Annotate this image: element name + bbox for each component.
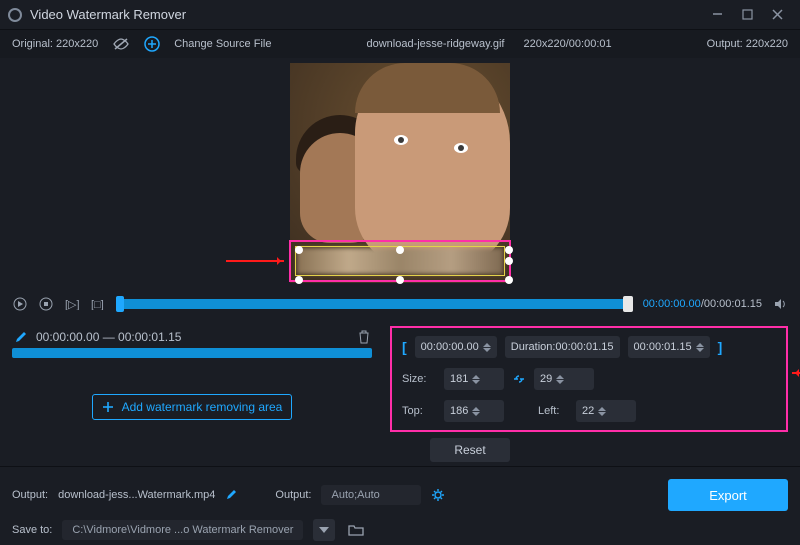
add-area-button[interactable]: Add watermark removing area [92, 394, 292, 420]
annotation-arrow-left [226, 260, 284, 262]
left-input[interactable]: 22 [576, 400, 636, 422]
top-label: Top: [402, 405, 436, 417]
close-button[interactable] [762, 5, 792, 25]
selection-parameters: [ 00:00:00.00 Duration:00:00:01.15 00:00… [390, 326, 788, 432]
delete-segment-icon[interactable] [358, 330, 370, 344]
add-area-label: Add watermark removing area [122, 400, 283, 414]
stop-button[interactable] [38, 296, 54, 312]
output-file-label: Output: [12, 489, 48, 501]
save-path-dropdown[interactable] [313, 519, 335, 541]
open-folder-button[interactable] [345, 519, 367, 541]
preview-toggle-icon[interactable] [112, 37, 130, 51]
add-source-icon[interactable] [144, 36, 160, 52]
size-label: Size: [402, 373, 436, 385]
svg-text:[□]: [□] [91, 299, 104, 310]
watermark-selection-box[interactable] [289, 240, 511, 282]
segment-item[interactable]: 00:00:00.00 — 00:00:01.15 [12, 326, 372, 348]
minimize-button[interactable] [702, 5, 732, 25]
time-display: 00:00:00.00/00:00:01.15 [643, 298, 762, 310]
annotation-arrow-right [792, 372, 800, 374]
segment-bar[interactable] [12, 348, 372, 358]
titlebar: Video Watermark Remover [0, 0, 800, 30]
time-current: 00:00:00.00 [643, 298, 701, 310]
start-time-input[interactable]: 00:00:00.00 [415, 336, 497, 358]
output-size-label: Output: 220x220 [707, 38, 788, 50]
height-input[interactable]: 29 [534, 368, 594, 390]
timeline-slider[interactable] [116, 299, 633, 309]
maximize-button[interactable] [732, 5, 762, 25]
segment-range: 00:00:00.00 — 00:00:01.15 [36, 330, 181, 344]
save-to-path: C:\Vidmore\Vidmore ...o Watermark Remove… [62, 520, 303, 540]
volume-icon[interactable] [772, 296, 788, 312]
source-fileinfo: 220x220/00:00:01 [524, 38, 612, 50]
segment-list: 00:00:00.00 — 00:00:01.15 Add watermark … [12, 326, 372, 432]
app-logo [8, 8, 22, 22]
left-label: Left: [538, 405, 568, 417]
snapshot-button[interactable]: [□] [90, 296, 106, 312]
pen-icon [14, 330, 28, 344]
info-toolbar: Original: 220x220 Change Source File dow… [0, 30, 800, 58]
footer: Output: download-jess...Watermark.mp4 Ou… [0, 466, 800, 545]
export-button[interactable]: Export [668, 479, 788, 511]
save-to-label: Save to: [12, 524, 52, 536]
play-button[interactable] [12, 296, 28, 312]
source-filename: download-jesse-ridgeway.gif [366, 38, 504, 50]
bracket-start-icon[interactable]: [ [402, 339, 407, 355]
output-format-value[interactable]: Auto;Auto [321, 485, 421, 505]
edit-output-icon[interactable] [225, 489, 237, 501]
time-total: 00:00:01.15 [704, 298, 762, 310]
bracket-end-icon[interactable]: ] [718, 339, 723, 355]
playback-bar: [▷] [□] 00:00:00.00/00:00:01.15 [0, 288, 800, 320]
step-frame-button[interactable]: [▷] [64, 296, 80, 312]
video-preview [0, 58, 800, 288]
app-title: Video Watermark Remover [30, 7, 702, 22]
output-format-label: Output: [275, 489, 311, 501]
top-input[interactable]: 186 [444, 400, 504, 422]
output-file-value: download-jess...Watermark.mp4 [58, 489, 215, 501]
link-size-icon[interactable] [512, 373, 526, 385]
output-settings-icon[interactable] [431, 488, 445, 502]
reset-button[interactable]: Reset [430, 438, 510, 462]
svg-text:[▷]: [▷] [65, 299, 79, 310]
timeline-start-handle[interactable] [116, 296, 124, 312]
change-source-link[interactable]: Change Source File [174, 38, 271, 50]
original-size-label: Original: 220x220 [12, 38, 98, 50]
timeline-end-handle[interactable] [623, 296, 633, 312]
duration-display: Duration:00:00:01.15 [505, 336, 620, 358]
width-input[interactable]: 181 [444, 368, 504, 390]
end-time-input[interactable]: 00:00:01.15 [628, 336, 710, 358]
